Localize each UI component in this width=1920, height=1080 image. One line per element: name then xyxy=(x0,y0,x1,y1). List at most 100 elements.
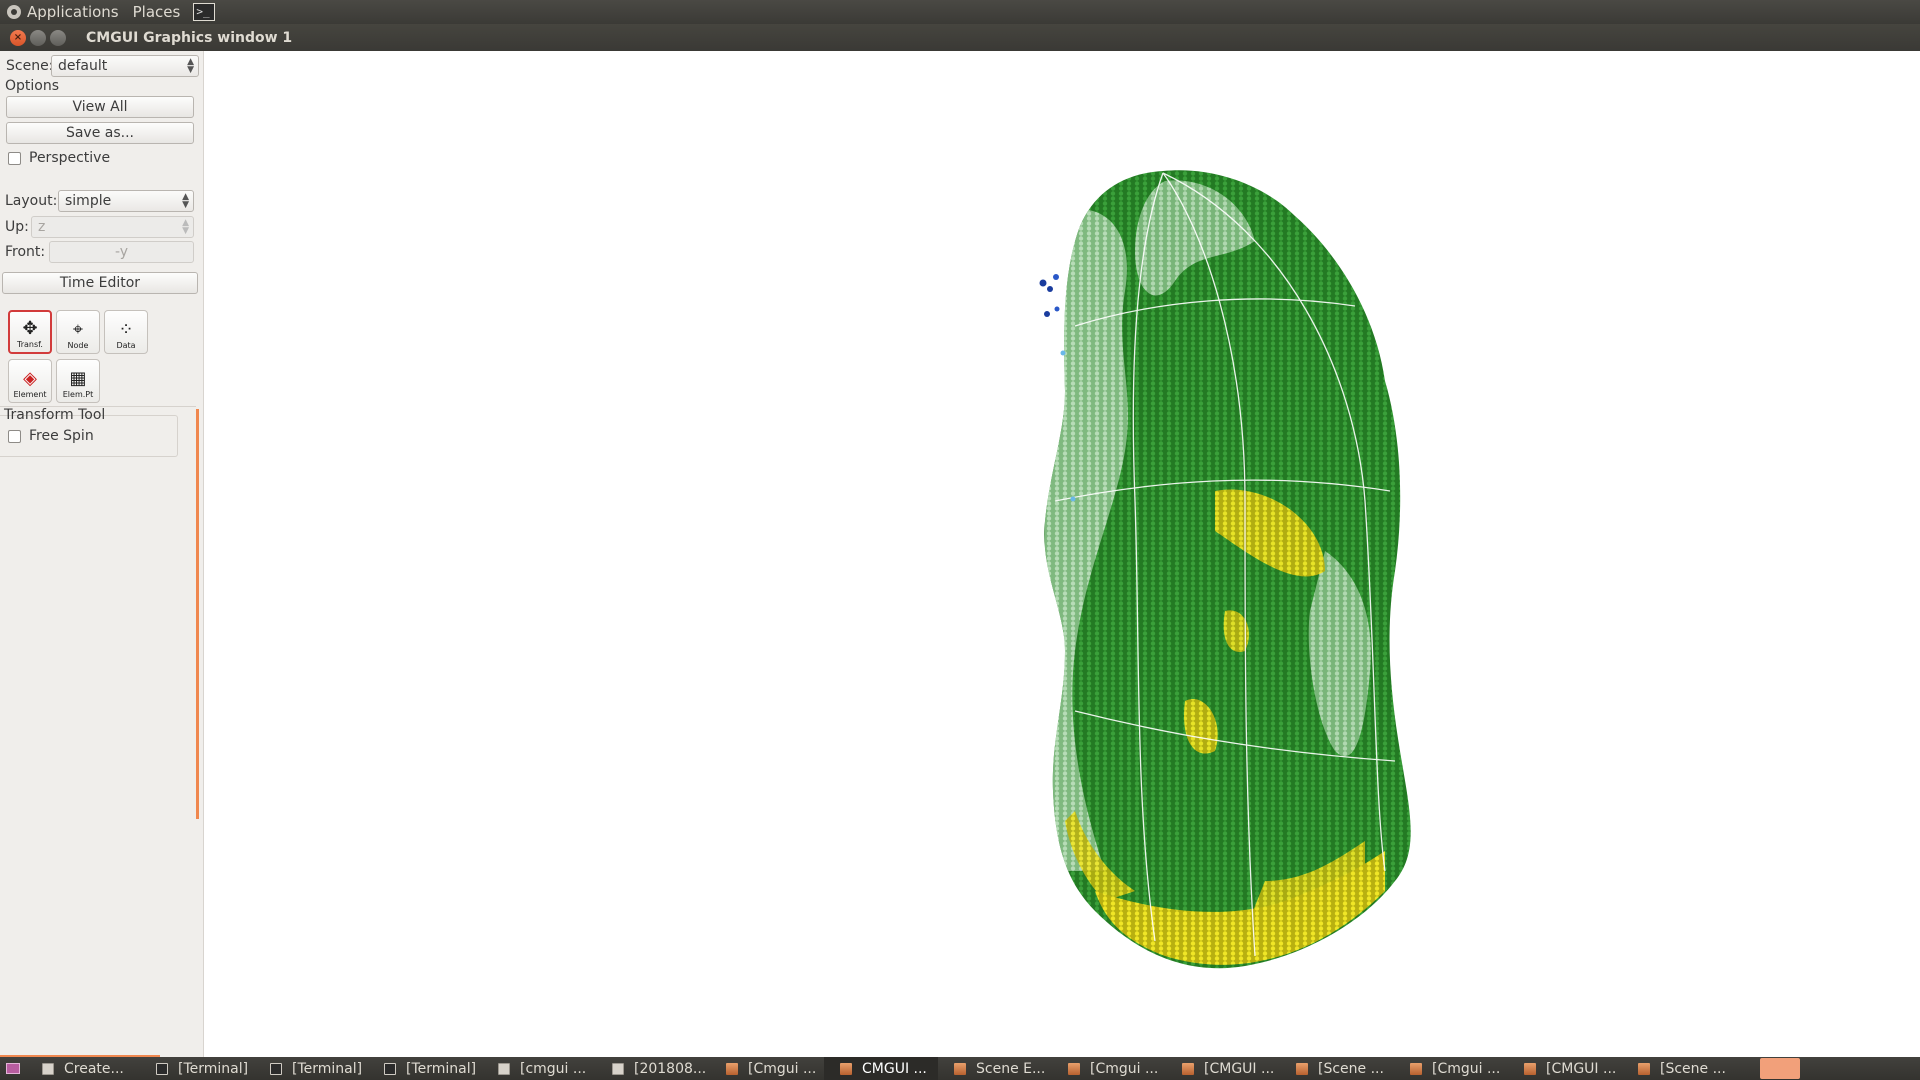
cmgui-icon xyxy=(1068,1062,1080,1075)
maximize-window-button[interactable] xyxy=(50,29,66,46)
combo-arrows-icon: ▲ ▼ xyxy=(187,57,194,75)
taskbar-item[interactable]: [Cmgui ... xyxy=(1052,1057,1166,1080)
taskbar-item-label: [Terminal] xyxy=(292,1060,363,1077)
taskbar-item-label: [Scene ... xyxy=(1318,1060,1384,1077)
applications-menu[interactable]: Applications xyxy=(0,0,126,24)
bottom-taskbar: Create... [Terminal] [Terminal] [Terminal] [… xyxy=(0,1057,1920,1080)
taskbar-item[interactable]: [Scene ... xyxy=(1622,1057,1736,1080)
taskbar-item[interactable]: [Cmgui ... xyxy=(1394,1057,1508,1080)
scene-combo[interactable]: default ▲ ▼ xyxy=(51,55,199,77)
data-tool-label: Data xyxy=(116,341,136,350)
top-panel: Applications Places >_ xyxy=(0,0,1920,24)
rendered-3d-point-cloud[interactable] xyxy=(205,51,1920,1057)
data-tool-button[interactable]: ⁘ Data xyxy=(104,310,148,354)
combo-arrows-icon: ▲ ▼ xyxy=(182,218,189,236)
element-tool-label: Element xyxy=(13,390,47,399)
document-icon xyxy=(498,1062,510,1075)
transform-icon: ✥ xyxy=(22,318,38,339)
taskbar-item-label: [CMGUI ... xyxy=(1204,1060,1275,1077)
scene-combo-value: default xyxy=(58,58,108,74)
terminal-icon xyxy=(156,1062,168,1075)
combo-arrows-icon: ▲ ▼ xyxy=(182,192,189,210)
panel-resize-handle[interactable] xyxy=(196,409,199,819)
document-icon xyxy=(612,1062,624,1075)
front-label: Front: xyxy=(5,244,46,260)
places-menu[interactable]: Places xyxy=(126,0,188,24)
graphics-canvas[interactable] xyxy=(205,51,1920,1057)
free-spin-checkbox[interactable] xyxy=(8,429,21,443)
save-as-button[interactable]: Save as... xyxy=(6,122,194,144)
taskbar-item-label: [Terminal] xyxy=(406,1060,477,1077)
front-field: -y xyxy=(49,241,194,263)
cmgui-icon xyxy=(1296,1062,1308,1075)
transform-tool-heading: Transform Tool xyxy=(4,407,106,423)
save-as-button-label: Save as... xyxy=(65,125,135,141)
taskbar-item-label: [Cmgui ... xyxy=(1090,1060,1159,1077)
node-tool-icon: ⌖ xyxy=(72,319,84,340)
taskbar-item[interactable]: [Scene ... xyxy=(1280,1057,1394,1080)
applications-menu-label: Applications xyxy=(27,3,119,21)
scene-label: Scene: xyxy=(6,58,54,74)
element-point-tool-label: Elem.Pt xyxy=(62,390,94,399)
node-tool-button[interactable]: ⌖ Node xyxy=(56,310,100,354)
data-tool-icon: ⁘ xyxy=(118,319,134,340)
terminal-icon xyxy=(384,1062,396,1075)
window-title-bar[interactable]: × CMGUI Graphics window 1 xyxy=(0,24,1920,51)
taskbar-item[interactable]: [CMGUI ... xyxy=(1508,1057,1622,1080)
cmgui-icon xyxy=(1410,1062,1422,1075)
document-icon xyxy=(42,1062,54,1075)
taskbar-item-label: [Cmgui ... xyxy=(748,1060,817,1077)
view-all-button[interactable]: View All xyxy=(6,96,194,118)
element-tool-button[interactable]: ◈ Element xyxy=(8,359,52,403)
up-combo: z ▲ ▼ xyxy=(31,216,194,238)
transform-tool-button[interactable]: ✥ Transf. xyxy=(8,310,52,354)
taskbar-item[interactable]: [cmgui ... xyxy=(482,1057,596,1080)
taskbar-item[interactable]: [Cmgui ... xyxy=(710,1057,824,1080)
show-desktop-button[interactable] xyxy=(0,1057,26,1080)
ubuntu-logo-icon xyxy=(7,5,21,19)
cmgui-icon xyxy=(840,1062,852,1075)
element-point-icon: ▦ xyxy=(69,368,87,389)
taskbar-item[interactable]: CMGUI ... xyxy=(824,1057,938,1080)
taskbar-item[interactable]: [201808... xyxy=(596,1057,710,1080)
window-title: CMGUI Graphics window 1 xyxy=(86,29,293,46)
terminal-launcher-icon[interactable]: >_ xyxy=(193,3,216,21)
layout-combo-value: simple xyxy=(65,193,112,209)
taskbar-item-label: CMGUI ... xyxy=(862,1060,927,1077)
taskbar-item-label: [Cmgui ... xyxy=(1432,1060,1501,1077)
up-label: Up: xyxy=(5,219,29,235)
taskbar-item[interactable]: [Terminal] xyxy=(254,1057,368,1080)
taskbar-item-label: [Terminal] xyxy=(178,1060,249,1077)
node-tool-label: Node xyxy=(67,341,89,350)
cmgui-icon xyxy=(1638,1062,1650,1075)
show-desktop-icon xyxy=(6,1063,20,1074)
terminal-icon xyxy=(270,1062,282,1075)
places-menu-label: Places xyxy=(132,3,181,21)
element-point-tool-button[interactable]: ▦ Elem.Pt xyxy=(56,359,100,403)
layout-label: Layout: xyxy=(5,193,58,209)
notification-area-icon[interactable] xyxy=(1760,1058,1800,1079)
taskbar-item[interactable]: Create... xyxy=(26,1057,140,1080)
perspective-checkbox[interactable] xyxy=(8,151,21,165)
taskbar-item[interactable]: [Terminal] xyxy=(368,1057,482,1080)
close-window-button[interactable]: × xyxy=(10,29,26,46)
taskbar-item[interactable]: Scene E... xyxy=(938,1057,1052,1080)
cmgui-icon xyxy=(726,1062,738,1075)
taskbar-item[interactable]: [Terminal] xyxy=(140,1057,254,1080)
time-editor-button[interactable]: Time Editor xyxy=(2,272,198,294)
time-editor-button-label: Time Editor xyxy=(59,275,141,291)
cmgui-icon xyxy=(1524,1062,1536,1075)
taskbar-item-label: Create... xyxy=(64,1060,124,1077)
graphics-window-side-panel: Scene: default ▲ ▼ Options View All Save … xyxy=(0,51,204,1057)
taskbar-item[interactable]: [CMGUI ... xyxy=(1166,1057,1280,1080)
view-all-button-label: View All xyxy=(72,99,128,115)
layout-combo[interactable]: simple ▲ ▼ xyxy=(58,190,194,212)
cmgui-icon xyxy=(1182,1062,1194,1075)
taskbar-item-label: [Scene ... xyxy=(1660,1060,1726,1077)
minimize-window-button[interactable] xyxy=(30,29,46,46)
taskbar-item-label: Scene E... xyxy=(976,1060,1046,1077)
perspective-label: Perspective xyxy=(29,150,111,166)
element-tool-icon: ◈ xyxy=(23,368,37,389)
transform-tool-label: Transf. xyxy=(17,340,43,349)
taskbar-item-label: [201808... xyxy=(634,1060,707,1077)
